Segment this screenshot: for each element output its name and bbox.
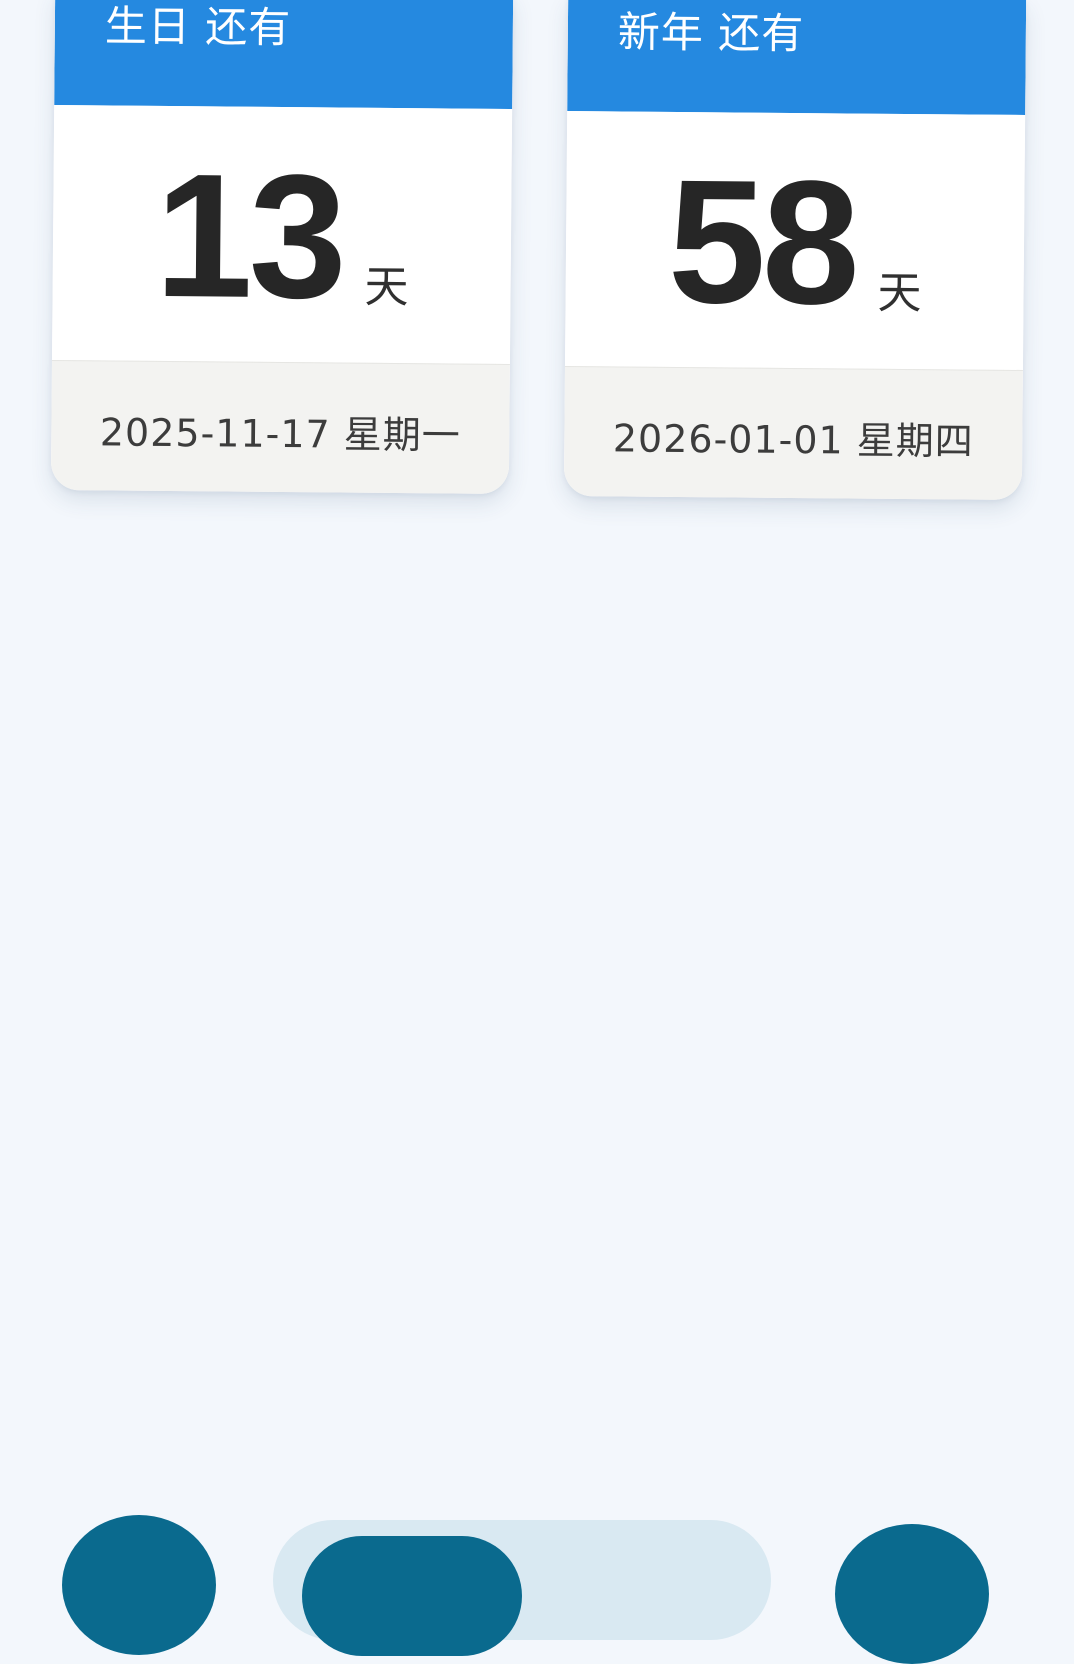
countdown-card-new-year[interactable]: 新年 还有 58 天 2026-01-01 星期四 bbox=[563, 0, 1027, 500]
card-title: 生日 还有 bbox=[104, 1, 292, 53]
days-count: 58 bbox=[667, 143, 857, 342]
target-date: 2025-11-17 星期一 bbox=[99, 410, 461, 458]
card-body: 13 天 bbox=[51, 105, 513, 364]
days-count: 13 bbox=[154, 137, 344, 336]
card-title: 新年 还有 bbox=[617, 7, 805, 59]
card-footer: 2026-01-01 星期四 bbox=[563, 365, 1023, 500]
card-footer: 2025-11-17 星期一 bbox=[50, 359, 510, 494]
nav-center-button[interactable] bbox=[302, 1536, 522, 1656]
days-remaining: 58 天 bbox=[565, 144, 1024, 342]
nav-right-button[interactable] bbox=[835, 1524, 989, 1664]
bottom-navigation bbox=[0, 1500, 1074, 1664]
card-header: 新年 还有 bbox=[567, 0, 1027, 116]
card-body: 58 天 bbox=[564, 111, 1026, 370]
days-remaining: 13 天 bbox=[52, 138, 511, 336]
countdown-card-birthday[interactable]: 生日 还有 13 天 2025-11-17 星期一 bbox=[50, 0, 514, 494]
days-unit: 天 bbox=[877, 267, 922, 320]
days-unit: 天 bbox=[364, 261, 409, 314]
nav-left-button[interactable] bbox=[62, 1515, 216, 1655]
target-date: 2026-01-01 星期四 bbox=[612, 416, 974, 464]
card-header: 生日 还有 bbox=[54, 0, 514, 110]
countdown-cards: 生日 还有 13 天 2025-11-17 星期一 新年 还有 58 天 2026-… bbox=[0, 0, 1074, 520]
